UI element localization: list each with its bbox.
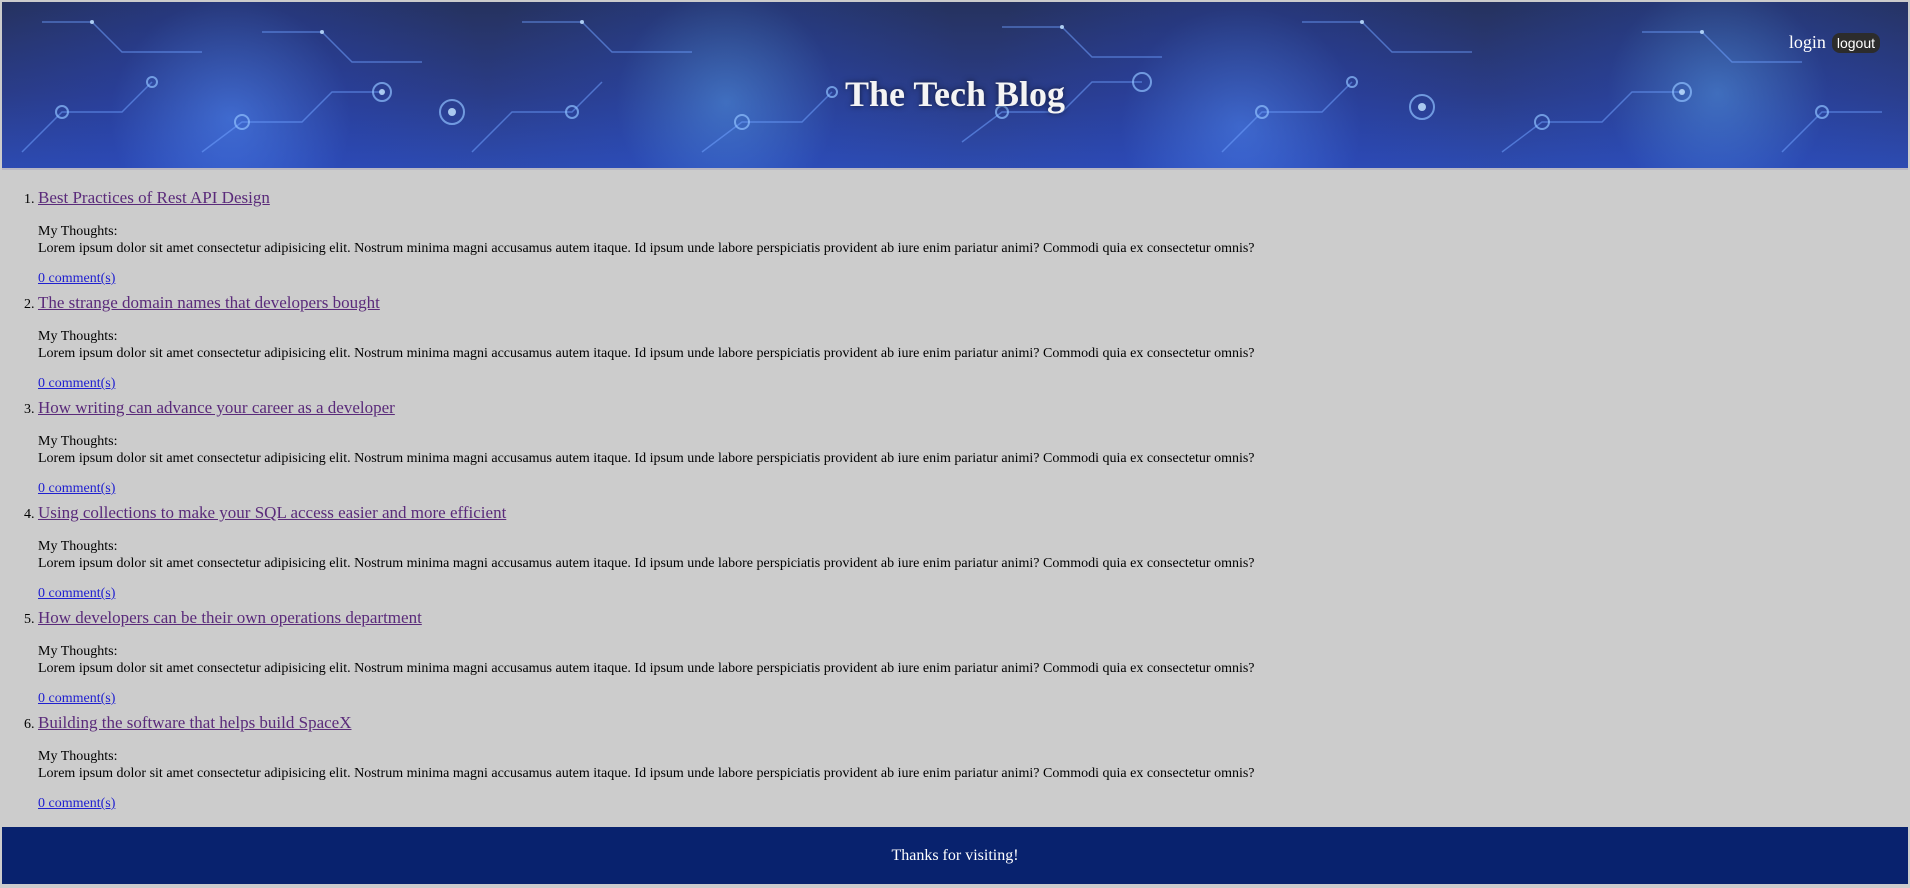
thoughts-label: My Thoughts:	[38, 329, 118, 344]
login-link[interactable]: login	[1789, 32, 1826, 53]
comments-link[interactable]: 0 comment(s)	[38, 271, 115, 287]
thoughts-label: My Thoughts:	[38, 434, 118, 449]
post-body: Lorem ipsum dolor sit amet consectetur a…	[38, 451, 1255, 466]
post-body: Lorem ipsum dolor sit amet consectetur a…	[38, 241, 1255, 256]
post-title-link[interactable]: Building the software that helps build S…	[38, 713, 1908, 733]
site-title: The Tech Blog	[844, 74, 1066, 114]
post-item: Building the software that helps build S…	[38, 713, 1908, 818]
thoughts-label: My Thoughts:	[38, 644, 118, 659]
post-title-link[interactable]: Best Practices of Rest API Design	[38, 188, 1908, 208]
site-header: The Tech Blog login logout	[2, 2, 1908, 170]
logout-button[interactable]: logout	[1831, 32, 1880, 53]
post-title-link[interactable]: The strange domain names that developers…	[38, 293, 1908, 313]
footer-text: Thanks for visiting!	[891, 847, 1019, 864]
comments-link[interactable]: 0 comment(s)	[38, 796, 115, 812]
thoughts-label: My Thoughts:	[38, 539, 118, 554]
post-list: Best Practices of Rest API Design My Tho…	[2, 188, 1908, 818]
site-footer: Thanks for visiting!	[2, 827, 1908, 884]
post-item: Best Practices of Rest API Design My Tho…	[38, 188, 1908, 293]
post-item: How developers can be their own operatio…	[38, 608, 1908, 713]
post-title-link[interactable]: How developers can be their own operatio…	[38, 608, 1908, 628]
post-item: How writing can advance your career as a…	[38, 398, 1908, 503]
thoughts-label: My Thoughts:	[38, 224, 118, 239]
post-item: Using collections to make your SQL acces…	[38, 503, 1908, 608]
comments-link[interactable]: 0 comment(s)	[38, 586, 115, 602]
post-body: Lorem ipsum dolor sit amet consectetur a…	[38, 556, 1255, 571]
auth-nav: login logout	[1789, 32, 1880, 53]
post-item: The strange domain names that developers…	[38, 293, 1908, 398]
page-frame: The Tech Blog login logout Best Practice…	[2, 2, 1908, 884]
post-body: Lorem ipsum dolor sit amet consectetur a…	[38, 346, 1255, 361]
comments-link[interactable]: 0 comment(s)	[38, 481, 115, 497]
comments-link[interactable]: 0 comment(s)	[38, 376, 115, 392]
post-body: Lorem ipsum dolor sit amet consectetur a…	[38, 661, 1255, 676]
post-list-section: Best Practices of Rest API Design My Tho…	[2, 188, 1908, 818]
post-title-link[interactable]: Using collections to make your SQL acces…	[38, 503, 1908, 523]
post-body: Lorem ipsum dolor sit amet consectetur a…	[38, 766, 1255, 781]
post-title-link[interactable]: How writing can advance your career as a…	[38, 398, 1908, 418]
comments-link[interactable]: 0 comment(s)	[38, 691, 115, 707]
thoughts-label: My Thoughts:	[38, 749, 118, 764]
